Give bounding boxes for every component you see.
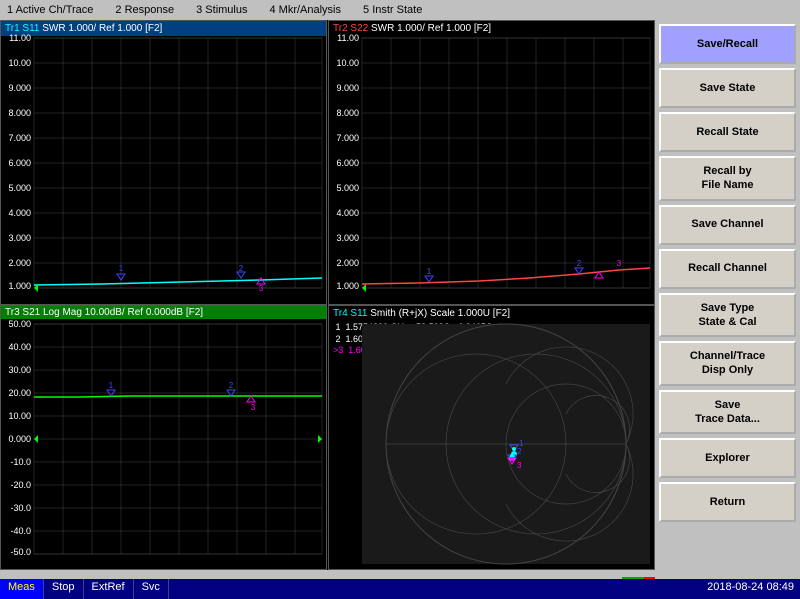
svg-text:5.000: 5.000 (336, 183, 359, 193)
tab-meas[interactable]: Meas (0, 579, 44, 599)
svg-text:6.000: 6.000 (336, 158, 359, 168)
svg-text:9.000: 9.000 (8, 83, 31, 93)
recall-state-btn[interactable]: Recall State (659, 112, 796, 152)
channel-trace-btn[interactable]: Channel/Trace Disp Only (659, 341, 796, 386)
svg-text:2: 2 (517, 447, 522, 456)
svg-text:20.00: 20.00 (8, 388, 31, 398)
svg-text:40.00: 40.00 (8, 342, 31, 352)
tab-stop[interactable]: Stop (44, 579, 84, 599)
status-datetime: 2018-08-24 08:49 (701, 579, 800, 599)
svg-text:30.00: 30.00 (8, 365, 31, 375)
return-btn[interactable]: Return (659, 482, 796, 522)
save-channel-btn[interactable]: Save Channel (659, 205, 796, 245)
tr1-svg: 11.00 10.00 9.000 8.000 7.000 6.000 5.00… (1, 21, 327, 305)
tab-svc[interactable]: Svc (134, 579, 169, 599)
svg-text:-50.0: -50.0 (10, 547, 31, 557)
menu-stimulus[interactable]: 3 Stimulus (193, 3, 250, 17)
tr3-svg: 50.00 40.00 30.00 20.00 10.00 0.000 -10.… (1, 306, 327, 570)
chart-tr4: Tr4 S11 Smith (R+jX) Scale 1.000U [F2] 1… (328, 305, 655, 570)
svg-text:3.000: 3.000 (336, 233, 359, 243)
svg-text:1: 1 (109, 381, 114, 390)
svg-text:8.000: 8.000 (8, 108, 31, 118)
svg-text:-10.0: -10.0 (10, 457, 31, 467)
svg-text:-30.0: -30.0 (10, 503, 31, 513)
tab-extref[interactable]: ExtRef (84, 579, 134, 599)
svg-text:0.000: 0.000 (8, 434, 31, 444)
chart-tr1: Tr1 S11 SWR 1.000/ Ref 1.000 [F2] 1 1.57… (0, 20, 327, 305)
svg-text:2.000: 2.000 (8, 258, 31, 268)
svg-text:2: 2 (239, 264, 244, 273)
top-charts: Tr1 S11 SWR 1.000/ Ref 1.000 [F2] 1 1.57… (0, 20, 655, 305)
charts-area: Tr1 S11 SWR 1.000/ Ref 1.000 [F2] 1 1.57… (0, 20, 655, 599)
svg-text:1.000: 1.000 (8, 281, 31, 291)
svg-text:10.00: 10.00 (8, 58, 31, 68)
menu-instr[interactable]: 5 Instr State (360, 3, 425, 17)
svg-text:11.00: 11.00 (9, 33, 31, 43)
svg-text:10.00: 10.00 (8, 411, 31, 421)
svg-text:8.000: 8.000 (336, 108, 359, 118)
save-type-btn[interactable]: Save Type State & Cal (659, 293, 796, 338)
svg-text:-20.0: -20.0 (10, 480, 31, 490)
status-tabs: Meas Stop ExtRef Svc 2018-08-24 08:49 (0, 579, 800, 599)
svg-text:4.000: 4.000 (336, 208, 359, 218)
chart-tr2: Tr2 S22 SWR 1.000/ Ref 1.000 [F2] 1 1.57… (328, 20, 655, 305)
svg-text:50.00: 50.00 (8, 319, 31, 329)
main-container: Tr1 S11 SWR 1.000/ Ref 1.000 [F2] 1 1.57… (0, 20, 800, 599)
svg-text:9.000: 9.000 (336, 83, 359, 93)
svg-text:7.000: 7.000 (336, 133, 359, 143)
svg-text:1: 1 (119, 264, 124, 273)
menu-mkr[interactable]: 4 Mkr/Analysis (266, 3, 344, 17)
svg-text:2: 2 (577, 259, 582, 268)
menu-active-ch[interactable]: 1 Active Ch/Trace (4, 3, 96, 17)
menu-response[interactable]: 2 Response (112, 3, 177, 17)
tr2-svg: 11.00 10.00 9.000 8.000 7.000 6.000 5.00… (329, 21, 655, 305)
svg-text:2.000: 2.000 (336, 258, 359, 268)
menu-bar: 1 Active Ch/Trace 2 Response 3 Stimulus … (0, 0, 800, 20)
svg-text:5.000: 5.000 (8, 183, 31, 193)
svg-text:3: 3 (259, 284, 264, 293)
svg-text:-40.0: -40.0 (10, 526, 31, 536)
bottom-charts: Tr3 S21 Log Mag 10.00dB/ Ref 0.000dB [F2… (0, 305, 655, 570)
save-recall-title[interactable]: Save/Recall (659, 24, 796, 64)
tr4-smith-svg: 1 2 3 (329, 306, 655, 570)
chart-tr3: Tr3 S21 Log Mag 10.00dB/ Ref 0.000dB [F2… (0, 305, 327, 570)
save-state-btn[interactable]: Save State (659, 68, 796, 108)
svg-text:6.000: 6.000 (8, 158, 31, 168)
svg-text:3: 3 (251, 403, 256, 412)
svg-text:3: 3 (517, 461, 522, 470)
svg-text:1: 1 (427, 267, 432, 276)
recall-file-btn[interactable]: Recall by File Name (659, 156, 796, 201)
recall-channel-btn[interactable]: Recall Channel (659, 249, 796, 289)
explorer-btn[interactable]: Explorer (659, 438, 796, 478)
svg-text:7.000: 7.000 (8, 133, 31, 143)
svg-text:1.000: 1.000 (336, 281, 359, 291)
save-trace-btn[interactable]: Save Trace Data... (659, 390, 796, 435)
svg-text:3: 3 (617, 259, 622, 268)
svg-text:11.00: 11.00 (337, 33, 359, 43)
svg-text:3.000: 3.000 (8, 233, 31, 243)
svg-text:4.000: 4.000 (8, 208, 31, 218)
sidebar: Save/Recall Save State Recall State Reca… (655, 20, 800, 599)
svg-text:10.00: 10.00 (336, 58, 359, 68)
svg-text:2: 2 (229, 381, 234, 390)
